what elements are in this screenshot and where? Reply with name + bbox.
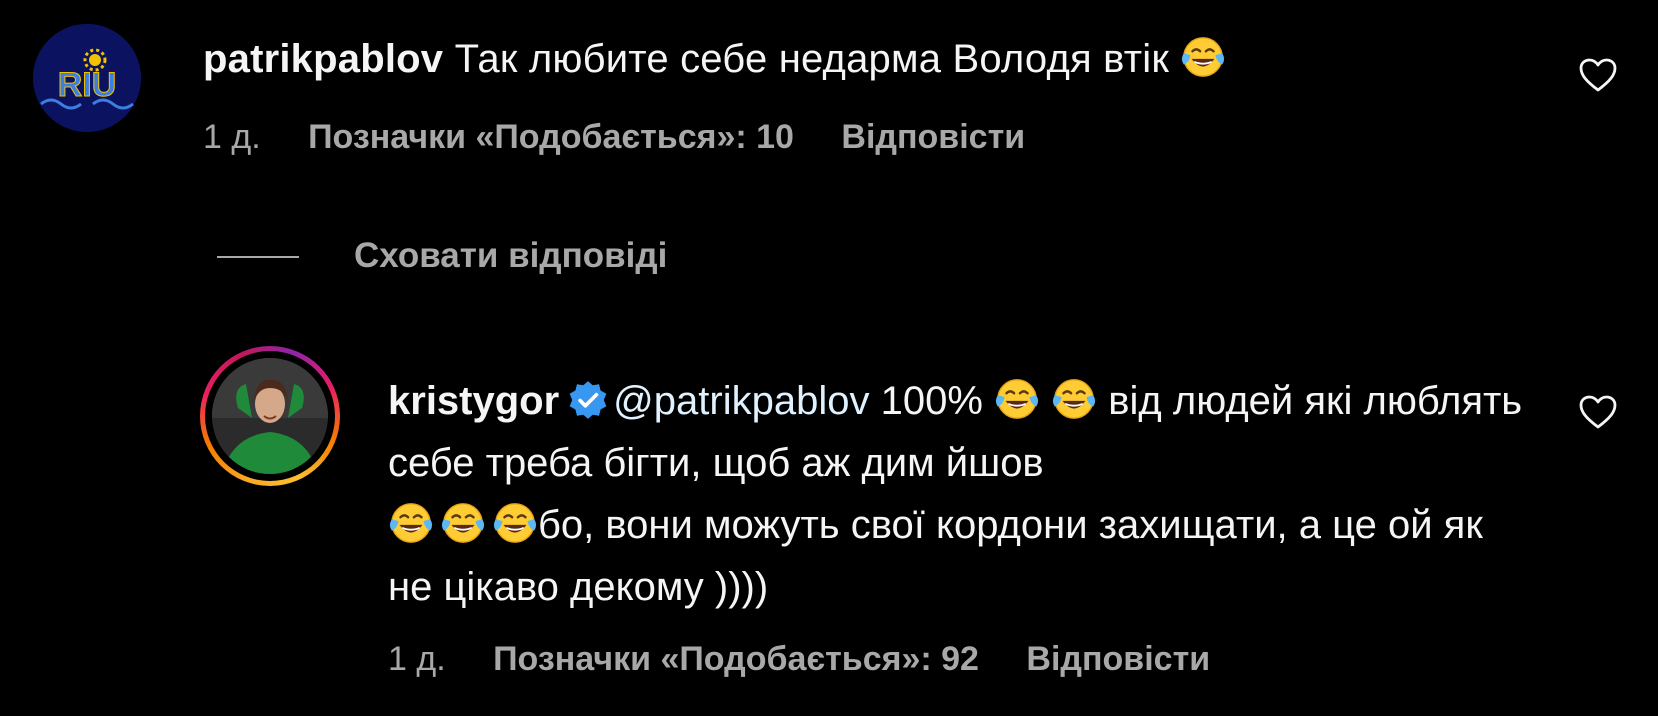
comment-time: 1 д. xyxy=(203,118,261,156)
reply-text: kristygor @patrikpablov 100% від людей я… xyxy=(388,370,1538,618)
comment-text-row: patrikpablov Так любите себе недарма Вол… xyxy=(203,34,1226,80)
comment-text: Так любите себе недарма Володя втік xyxy=(454,37,1170,81)
comment-reply-button[interactable]: Відповісти xyxy=(841,120,1025,154)
hide-replies-button[interactable]: Сховати відповіді xyxy=(354,238,667,274)
face-with-tears-of-joy-icon xyxy=(440,500,486,546)
reply-reply-button[interactable]: Відповісти xyxy=(1026,642,1210,676)
comment-meta: 1 д. Позначки «Подобається»: 10 Відповіс… xyxy=(203,120,1025,154)
avatar-text: RIU xyxy=(58,66,117,104)
avatar-story-ring[interactable] xyxy=(200,346,340,486)
replies-divider xyxy=(217,256,299,258)
face-with-tears-of-joy-icon xyxy=(994,376,1040,422)
reply-text-part-1: 100% xyxy=(880,379,983,423)
reply-text-part-3: бо, вони можуть свої кордони захищати, а… xyxy=(388,503,1483,609)
reply-meta: 1 д. Позначки «Подобається»: 92 Відповіс… xyxy=(388,642,1210,676)
face-with-tears-of-joy-icon xyxy=(1051,376,1097,422)
verified-badge-icon xyxy=(569,381,607,419)
avatar-image xyxy=(212,358,328,474)
face-with-tears-of-joy-icon xyxy=(492,500,538,546)
face-with-tears-of-joy-icon xyxy=(1180,34,1226,80)
comments-panel: RIU patrikpablov Так любите себе недарма… xyxy=(0,0,1658,716)
mention-link[interactable]: @patrikpablov xyxy=(613,379,869,423)
reply-username[interactable]: kristygor xyxy=(388,379,559,423)
avatar-image: RIU xyxy=(33,24,141,132)
comment-likes[interactable]: Позначки «Подобається»: 10 xyxy=(308,120,794,154)
reply-likes[interactable]: Позначки «Подобається»: 92 xyxy=(493,642,979,676)
avatar[interactable]: RIU xyxy=(33,24,141,132)
heart-icon[interactable] xyxy=(1578,394,1618,430)
reply-time: 1 д. xyxy=(388,640,446,678)
heart-icon[interactable] xyxy=(1578,57,1618,93)
avatar xyxy=(212,358,328,474)
face-with-tears-of-joy-icon xyxy=(388,500,434,546)
comment-username[interactable]: patrikpablov xyxy=(203,37,443,81)
